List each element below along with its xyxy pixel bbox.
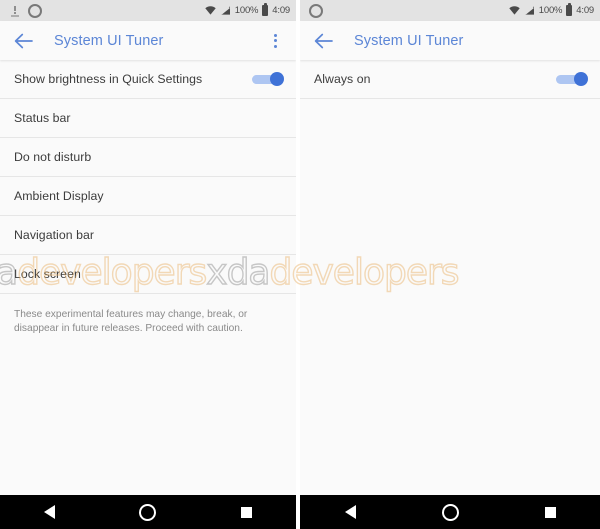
status-bar: 100% 4:09 [0,0,296,21]
nav-recents-icon[interactable] [528,495,572,529]
overflow-menu-icon[interactable] [264,28,286,54]
cell-signal-icon [524,6,535,15]
toggle-switch[interactable] [252,72,284,86]
list-item[interactable]: Always on [300,60,600,99]
status-bar-notifications [309,3,509,18]
list-item[interactable]: Status bar [0,99,296,138]
phone-screen-right: 100% 4:09 System UI Tuner Always on [300,0,600,529]
wifi-icon [509,6,520,15]
battery-icon [262,3,269,16]
list-item[interactable]: Navigation bar [0,216,296,255]
toggle-switch[interactable] [556,72,588,86]
battery-icon [566,3,573,16]
nav-home-icon[interactable] [126,495,170,529]
nav-recents-icon[interactable] [225,495,269,529]
settings-list: Show brightness in Quick Settings Status… [0,60,296,495]
list-item-label: Show brightness in Quick Settings [14,72,203,86]
back-arrow-icon[interactable] [13,31,33,51]
status-bar-notifications [9,3,205,18]
back-arrow-icon[interactable] [313,31,333,51]
status-bar-clock: 4:09 [272,5,290,16]
list-item-label: Navigation bar [14,228,94,242]
wifi-icon [205,6,216,15]
list-item-label: Lock screen [14,267,81,281]
nav-back-icon[interactable] [27,495,71,529]
navigation-bar [0,495,296,529]
list-item-label: Do not disturb [14,150,92,164]
list-item-label: Always on [314,72,371,86]
settings-list: Always on [300,60,600,495]
battery-percent-label: 100% [234,5,259,16]
nav-back-icon[interactable] [328,495,372,529]
list-item[interactable]: Show brightness in Quick Settings [0,60,296,99]
page-title: System UI Tuner [54,32,164,49]
cell-signal-icon [220,6,231,15]
list-item-label: Status bar [14,111,71,125]
circle-icon [309,3,323,18]
status-bar-clock: 4:09 [576,5,594,16]
alert-icon [9,5,20,17]
list-item-label: Ambient Display [14,189,104,203]
dual-phone-screenshot: 100% 4:09 System UI Tuner Show brightnes… [0,0,600,529]
phone-screen-left: 100% 4:09 System UI Tuner Show brightnes… [0,0,296,529]
experimental-features-note: These experimental features may change, … [14,309,248,334]
list-item[interactable]: Lock screen [0,255,296,294]
circle-icon [28,3,42,18]
list-item[interactable]: Ambient Display [0,177,296,216]
list-item[interactable]: Do not disturb [0,138,296,177]
app-toolbar: System UI Tuner [300,21,600,60]
status-bar-system-icons: 100% 4:09 [509,3,594,16]
status-bar: 100% 4:09 [300,0,600,21]
page-title: System UI Tuner [354,32,464,49]
navigation-bar [300,495,600,529]
app-toolbar: System UI Tuner [0,21,296,60]
status-bar-system-icons: 100% 4:09 [205,3,290,16]
nav-home-icon[interactable] [428,495,472,529]
battery-percent-label: 100% [538,5,563,16]
